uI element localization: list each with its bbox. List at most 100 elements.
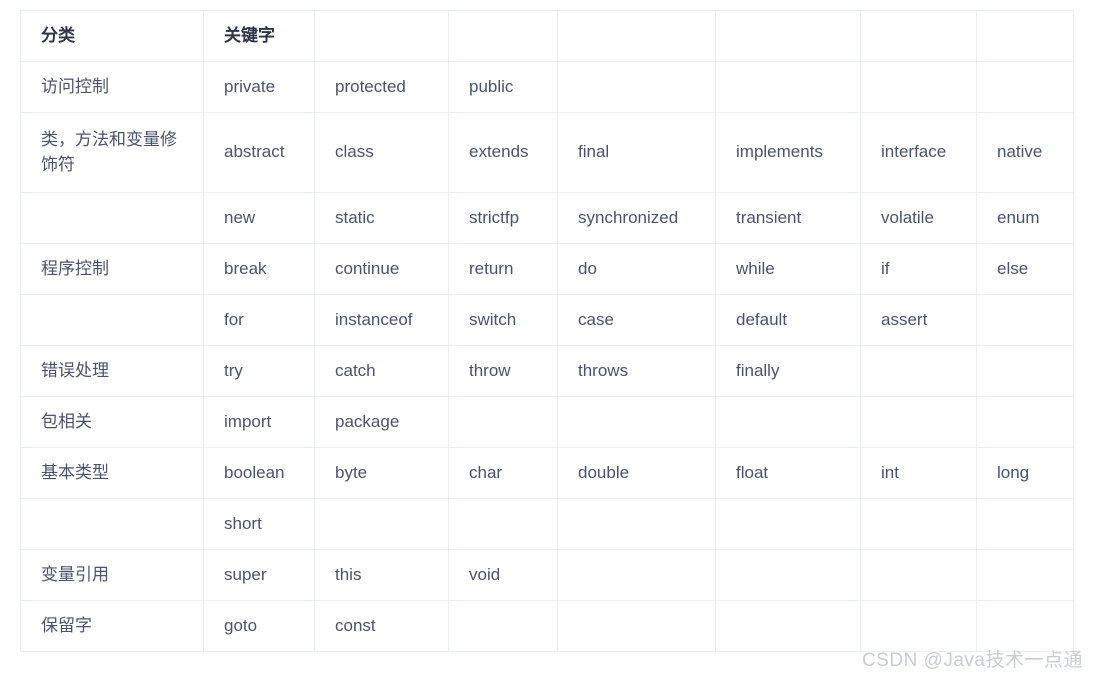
keyword-cell <box>557 61 716 113</box>
keyword-cell: byte <box>314 447 449 499</box>
keyword-cell <box>976 549 1074 601</box>
keyword-cell <box>715 549 861 601</box>
keyword-cell: package <box>314 396 449 448</box>
keyword-cell: instanceof <box>314 294 449 346</box>
category-cell <box>20 498 204 550</box>
keyword-cell: continue <box>314 243 449 295</box>
column-header-7 <box>860 10 977 62</box>
keyword-cell: if <box>860 243 977 295</box>
keyword-cell <box>860 396 977 448</box>
category-cell <box>20 192 204 244</box>
keyword-cell <box>860 498 977 550</box>
keyword-cell: goto <box>203 600 315 652</box>
keyword-cell: enum <box>976 192 1074 244</box>
keyword-cell <box>448 396 558 448</box>
category-cell: 类，方法和变量修饰符 <box>20 112 204 193</box>
keyword-cell: strictfp <box>448 192 558 244</box>
keyword-cell <box>557 549 716 601</box>
keyword-cell: for <box>203 294 315 346</box>
keyword-cell <box>557 498 716 550</box>
keyword-cell: assert <box>860 294 977 346</box>
keyword-cell <box>715 396 861 448</box>
keyword-cell: long <box>976 447 1074 499</box>
keyword-cell <box>557 396 716 448</box>
table-row: new static strictfp synchronized transie… <box>20 192 1074 244</box>
keyword-cell: while <box>715 243 861 295</box>
keyword-cell: throws <box>557 345 716 397</box>
category-cell: 错误处理 <box>20 345 204 397</box>
keyword-cell <box>860 549 977 601</box>
category-cell: 变量引用 <box>20 549 204 601</box>
keyword-cell: implements <box>715 112 861 193</box>
keyword-cell: float <box>715 447 861 499</box>
keyword-cell: public <box>448 61 558 113</box>
keyword-cell: extends <box>448 112 558 193</box>
keyword-cell: break <box>203 243 315 295</box>
column-header-3 <box>314 10 449 62</box>
keyword-cell: int <box>860 447 977 499</box>
keyword-cell: private <box>203 61 315 113</box>
keyword-cell: return <box>448 243 558 295</box>
keyword-cell: new <box>203 192 315 244</box>
keyword-cell: default <box>715 294 861 346</box>
column-header-keyword: 关键字 <box>203 10 315 62</box>
category-cell: 基本类型 <box>20 447 204 499</box>
keyword-cell: short <box>203 498 315 550</box>
category-cell <box>20 294 204 346</box>
keyword-cell <box>448 498 558 550</box>
table-row: 程序控制 break continue return do while if e… <box>20 243 1074 295</box>
category-cell: 包相关 <box>20 396 204 448</box>
keyword-cell: native <box>976 112 1074 193</box>
category-cell: 保留字 <box>20 600 204 652</box>
keyword-table-container: 分类 关键字 访问控制 private protected public 类，方… <box>20 10 1074 652</box>
table-row: short <box>20 498 1074 550</box>
keyword-cell: do <box>557 243 716 295</box>
table-header: 分类 关键字 <box>20 10 1074 62</box>
keyword-cell <box>860 61 977 113</box>
table-row: 保留字 goto const <box>20 600 1074 652</box>
keyword-cell <box>557 600 716 652</box>
table-row: 访问控制 private protected public <box>20 61 1074 113</box>
keyword-cell <box>448 600 558 652</box>
keyword-cell: protected <box>314 61 449 113</box>
table-row: 基本类型 boolean byte char double float int … <box>20 447 1074 499</box>
table-row: 错误处理 try catch throw throws finally <box>20 345 1074 397</box>
keyword-cell: final <box>557 112 716 193</box>
page-root: 分类 关键字 访问控制 private protected public 类，方… <box>0 0 1095 680</box>
keyword-cell <box>976 345 1074 397</box>
keyword-cell: this <box>314 549 449 601</box>
keyword-cell: import <box>203 396 315 448</box>
keyword-cell <box>976 396 1074 448</box>
keyword-cell: case <box>557 294 716 346</box>
keyword-cell <box>715 498 861 550</box>
keyword-cell: throw <box>448 345 558 397</box>
keyword-cell <box>976 61 1074 113</box>
table-row: for instanceof switch case default asser… <box>20 294 1074 346</box>
keyword-cell: void <box>448 549 558 601</box>
table-row: 包相关 import package <box>20 396 1074 448</box>
keyword-cell: char <box>448 447 558 499</box>
keyword-cell <box>715 600 861 652</box>
keyword-cell: class <box>314 112 449 193</box>
keyword-cell: catch <box>314 345 449 397</box>
keyword-cell: volatile <box>860 192 977 244</box>
column-header-category: 分类 <box>20 10 204 62</box>
keyword-cell <box>976 600 1074 652</box>
keyword-cell: const <box>314 600 449 652</box>
keyword-cell: finally <box>715 345 861 397</box>
table-row: 类，方法和变量修饰符 abstract class extends final … <box>20 112 1074 193</box>
keyword-cell: static <box>314 192 449 244</box>
keyword-cell: switch <box>448 294 558 346</box>
column-header-5 <box>557 10 716 62</box>
keyword-cell <box>976 498 1074 550</box>
java-keyword-table: 分类 关键字 访问控制 private protected public 类，方… <box>20 10 1074 652</box>
keyword-cell <box>314 498 449 550</box>
keyword-cell <box>860 345 977 397</box>
keyword-cell: synchronized <box>557 192 716 244</box>
keyword-cell: super <box>203 549 315 601</box>
column-header-8 <box>976 10 1074 62</box>
keyword-cell: boolean <box>203 447 315 499</box>
category-cell: 访问控制 <box>20 61 204 113</box>
keyword-cell: else <box>976 243 1074 295</box>
keyword-cell <box>715 61 861 113</box>
